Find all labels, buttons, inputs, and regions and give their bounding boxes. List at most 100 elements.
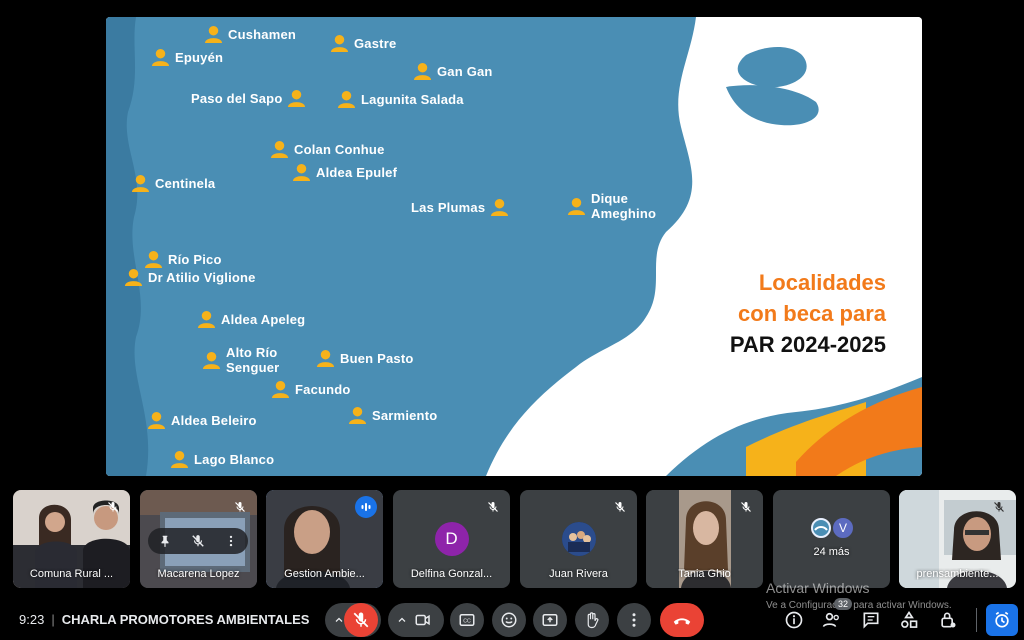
timer-icon [995, 611, 1009, 628]
pin-icon[interactable] [158, 534, 172, 548]
more-options-icon[interactable] [224, 534, 238, 548]
meeting-title: CHARLA PROMOTORES AMBIENTALES [61, 612, 310, 627]
activities-button[interactable] [897, 608, 921, 632]
place-marker: Alto Río Senguer [202, 345, 296, 375]
captions-button[interactable]: CC [450, 603, 484, 637]
camera-icon[interactable] [414, 611, 432, 629]
place-label: Gastre [354, 36, 397, 51]
participant-tile[interactable]: D Delfina Gonzal... [393, 490, 510, 588]
raise-hand-icon [587, 612, 599, 629]
participant-tile-speaking[interactable]: Gestion Ambie... [266, 490, 383, 588]
captions-icon: CC [459, 614, 475, 626]
chat-button[interactable] [859, 608, 883, 632]
participant-tile[interactable]: Comuna Rural ... [13, 490, 130, 588]
mic-off-icon [994, 502, 1004, 512]
place-marker: Aldea Apeleg [197, 310, 305, 329]
end-call-button[interactable] [660, 603, 704, 637]
place-marker: Dr Atilio Viglione [124, 268, 256, 287]
person-pin-icon [316, 349, 335, 368]
windows-activation-title: Activar Windows [766, 580, 870, 596]
present-button[interactable] [533, 603, 567, 637]
avatar [809, 516, 833, 540]
chat-icon [863, 612, 879, 629]
place-marker: Centinela [131, 174, 215, 193]
place-label: Aldea Epulef [316, 165, 398, 180]
person-pin-icon [144, 250, 163, 269]
mic-muted-indicator [482, 496, 504, 518]
raise-hand-button[interactable] [575, 603, 609, 637]
participant-tile[interactable]: prensambiente... [899, 490, 1016, 588]
place-marker: Las Plumas [411, 198, 509, 217]
emoji-button[interactable] [492, 603, 526, 637]
place-marker: Gastre [330, 34, 396, 53]
divider [976, 608, 977, 632]
participant-tile[interactable]: Tania Ghio [646, 490, 763, 588]
meeting-info: 9:23 | CHARLA PROMOTORES AMBIENTALES [19, 612, 309, 627]
org-logo-icon [813, 520, 829, 536]
microphone-button[interactable] [344, 603, 378, 637]
participant-tile[interactable]: Juan Rivera [520, 490, 637, 588]
meeting-controls-bar: 9:23 | CHARLA PROMOTORES AMBIENTALES CC [0, 598, 1024, 640]
place-marker: Aldea Epulef [292, 163, 397, 182]
mic-off-icon [741, 502, 751, 512]
place-marker: Lagunita Salada [337, 90, 464, 109]
person-pin-icon [151, 48, 170, 67]
people-icon [822, 612, 839, 628]
emoji-icon [501, 612, 517, 628]
person-pin-icon [124, 268, 143, 287]
participant-name: Delfina Gonzal... [410, 568, 493, 580]
person-pin-icon [567, 197, 586, 215]
timer-button[interactable] [986, 604, 1018, 636]
end-call-icon [673, 618, 691, 625]
more-participants-tile[interactable]: V 24 más [773, 490, 890, 588]
participant-count-badge: 32 [834, 598, 853, 610]
avatar: V [831, 516, 855, 540]
mic-off-icon [488, 502, 498, 512]
place-label: Epuyén [175, 50, 224, 65]
mic-off-icon [108, 502, 118, 512]
meet-window: Cushamen Gastre Epuyén Gan Gan Paso del … [0, 0, 1024, 640]
place-label: Dique Ameghino [591, 191, 657, 221]
map-graphic [106, 17, 922, 476]
people-button[interactable]: 32 [820, 598, 853, 632]
more-participants-label: 24 más [813, 546, 850, 558]
place-label: Aldea Beleiro [171, 413, 257, 428]
person-pin-icon [491, 198, 509, 217]
mic-muted-indicator [735, 496, 757, 518]
chevron-up-icon[interactable] [396, 614, 408, 626]
meeting-details-button[interactable] [782, 608, 806, 632]
place-marker: Aldea Beleiro [147, 411, 257, 430]
audio-level-icon [361, 503, 371, 511]
person-pin-icon [147, 411, 166, 430]
slide-title-line: con beca para [738, 301, 886, 326]
place-marker: Dique Ameghino [567, 191, 671, 221]
participant-name: Macarena Lopez [157, 568, 240, 580]
mic-off-icon[interactable] [191, 534, 205, 548]
mic-muted-indicator [229, 496, 251, 518]
person-pin-icon [197, 310, 216, 329]
person-pin-icon [131, 174, 150, 193]
place-label: Centinela [155, 176, 216, 191]
present-icon [542, 614, 558, 626]
person-pin-icon [330, 34, 349, 53]
place-marker: Lago Blanco [170, 450, 274, 469]
activities-icon [901, 610, 918, 628]
person-pin-icon [204, 25, 223, 44]
place-label: Lago Blanco [194, 452, 275, 467]
more-options-button[interactable] [617, 603, 651, 637]
slide-title-line: PAR 2024-2025 [729, 332, 886, 357]
person-pin-icon [271, 380, 290, 399]
place-label: Río Pico [168, 252, 222, 267]
participant-name: prensambiente... [916, 568, 999, 580]
mic-muted-indicator [988, 496, 1010, 518]
place-label: Buen Pasto [340, 351, 414, 366]
place-marker: Buen Pasto [316, 349, 414, 368]
place-label: Sarmiento [372, 408, 438, 423]
participant-name: Tania Ghio [678, 568, 731, 580]
speaking-indicator [355, 496, 377, 518]
mic-muted-indicator [609, 496, 631, 518]
participant-tile[interactable]: Macarena Lopez [140, 490, 257, 588]
svg-text:CC: CC [463, 619, 471, 625]
place-label: Dr Atilio Viglione [148, 270, 256, 285]
host-controls-button[interactable] [936, 608, 960, 632]
